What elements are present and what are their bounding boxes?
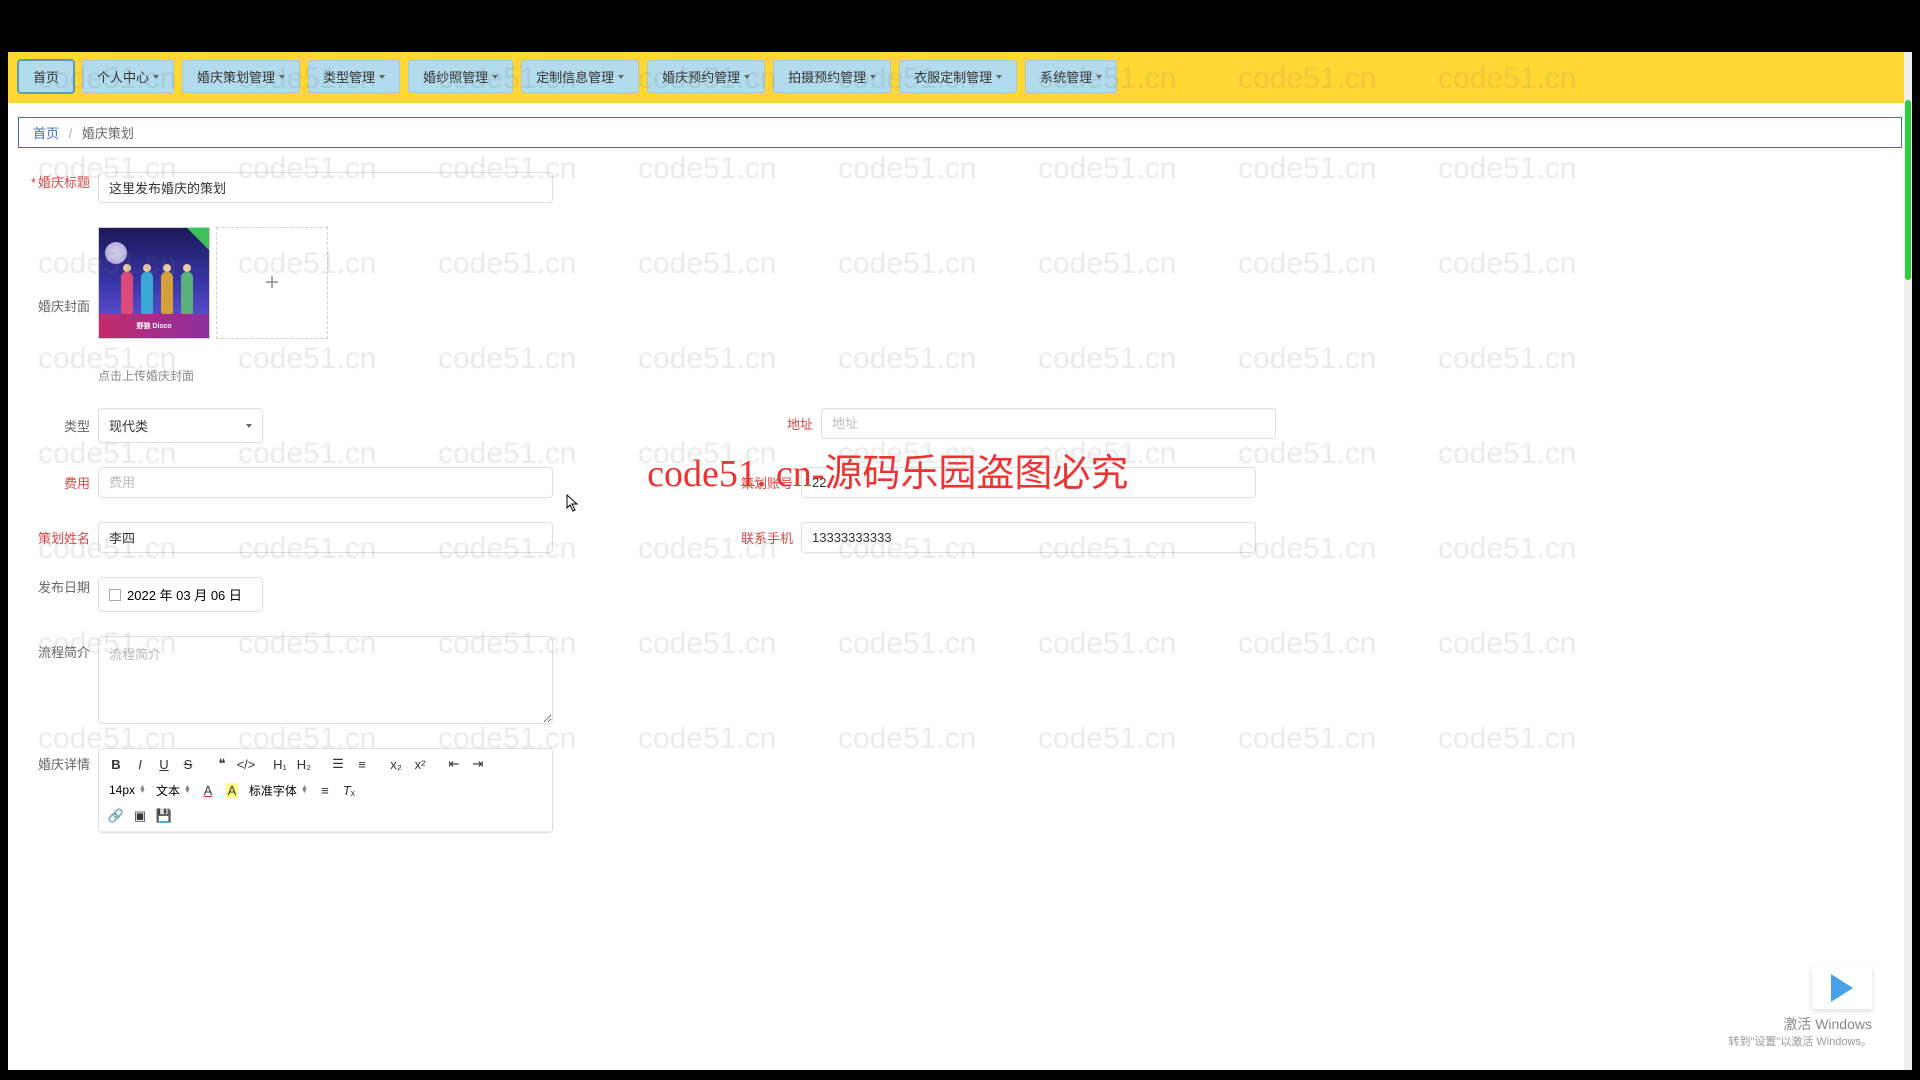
calendar-icon (109, 589, 121, 601)
text-type-select[interactable]: 文本 ▲▼ (152, 779, 195, 801)
chevron-down-icon (153, 75, 159, 79)
nav-item-2[interactable]: 婚庆策划管理 (182, 60, 300, 93)
indent-icon[interactable]: ⇥ (467, 753, 489, 775)
fee-input[interactable] (98, 467, 553, 498)
superscript-icon[interactable]: x² (409, 753, 431, 775)
phone-label: 联系手机 (723, 528, 801, 547)
breadcrumb-home[interactable]: 首页 (33, 126, 59, 141)
link-icon[interactable]: 🔗 (105, 805, 127, 827)
nav-item-7[interactable]: 拍摄预约管理 (773, 60, 891, 93)
strike-icon[interactable]: S (177, 753, 199, 775)
editor-toolbar: B I U S ❝ </> H₁ H₂ ☰ ≡ x₂ x² (99, 749, 552, 832)
plan-name-label: 策划姓名 (18, 528, 98, 547)
address-input[interactable] (821, 408, 1276, 439)
text-color-icon[interactable]: A (197, 779, 219, 801)
process-label: 流程简介 (18, 636, 98, 661)
publish-date-label: 发布日期 (18, 577, 98, 596)
align-icon[interactable]: ≡ (314, 779, 336, 801)
clear-format-icon[interactable]: Tₓ (338, 779, 360, 801)
cover-thumbnail[interactable]: 野狼 Disco (98, 227, 210, 339)
chevron-down-icon (618, 75, 624, 79)
plan-name-input[interactable] (98, 522, 553, 553)
image-icon[interactable]: ▣ (129, 805, 151, 827)
address-label: 地址 (743, 414, 821, 433)
font-family-select[interactable]: 标准字体 ▲▼ (245, 779, 312, 801)
unordered-list-icon[interactable]: ≡ (351, 753, 373, 775)
breadcrumb-sep: / (69, 126, 73, 141)
video-play-button[interactable] (1812, 967, 1872, 1009)
chevron-down-icon (744, 75, 750, 79)
play-icon (1831, 974, 1853, 1002)
phone-input[interactable] (801, 522, 1256, 553)
chevron-down-icon (379, 75, 385, 79)
chevron-down-icon (1096, 75, 1102, 79)
outdent-icon[interactable]: ⇤ (443, 753, 465, 775)
chevron-down-icon (492, 75, 498, 79)
h1-icon[interactable]: H₁ (269, 753, 291, 775)
nav-item-8[interactable]: 衣服定制管理 (899, 60, 1017, 93)
rich-editor[interactable]: B I U S ❝ </> H₁ H₂ ☰ ≡ x₂ x² (98, 748, 553, 833)
bold-icon[interactable]: B (105, 753, 127, 775)
nav-item-4[interactable]: 婚纱照管理 (408, 60, 513, 93)
chevron-down-icon (279, 75, 285, 79)
title-input[interactable] (98, 172, 553, 203)
underline-icon[interactable]: U (153, 753, 175, 775)
nav-item-9[interactable]: 系统管理 (1025, 60, 1117, 93)
vertical-scrollbar[interactable] (1904, 52, 1912, 1070)
quote-icon[interactable]: ❝ (211, 753, 233, 775)
plan-acct-input[interactable] (801, 467, 1256, 498)
type-select[interactable]: 现代类 (98, 408, 263, 443)
chevron-down-icon (996, 75, 1002, 79)
upload-add-button[interactable]: + (216, 227, 328, 339)
publish-date-input[interactable]: 2022 年 03 月 06 日 (98, 577, 263, 612)
breadcrumb: 首页 / 婚庆策划 (18, 117, 1902, 148)
subscript-icon[interactable]: x₂ (385, 753, 407, 775)
font-size-select[interactable]: 14px ▲▼ (105, 779, 150, 801)
chevron-down-icon (870, 75, 876, 79)
nav-item-6[interactable]: 婚庆预约管理 (647, 60, 765, 93)
italic-icon[interactable]: I (129, 753, 151, 775)
detail-label: 婚庆详情 (18, 748, 98, 773)
type-label: 类型 (18, 416, 98, 435)
top-nav: 首页个人中心婚庆策划管理类型管理婚纱照管理定制信息管理婚庆预约管理拍摄预约管理衣… (8, 52, 1912, 103)
nav-item-1[interactable]: 个人中心 (82, 60, 174, 93)
ordered-list-icon[interactable]: ☰ (327, 753, 349, 775)
nav-item-0[interactable]: 首页 (18, 60, 74, 93)
breadcrumb-current: 婚庆策划 (82, 126, 134, 141)
bg-color-icon[interactable]: A (221, 779, 243, 801)
chevron-down-icon (246, 424, 252, 428)
cover-label: 婚庆封面 (18, 296, 98, 315)
cover-hint: 点击上传婚庆封面 (98, 367, 328, 384)
h2-icon[interactable]: H₂ (293, 753, 315, 775)
activate-windows: 激活 Windows 转到"设置"以激活 Windows。 (1729, 1015, 1873, 1050)
nav-item-3[interactable]: 类型管理 (308, 60, 400, 93)
process-textarea[interactable] (98, 636, 553, 724)
plan-acct-label: 策划账号 (723, 473, 801, 492)
fee-label: 费用 (18, 473, 98, 492)
nav-item-5[interactable]: 定制信息管理 (521, 60, 639, 93)
plus-icon: + (265, 269, 279, 297)
code-icon[interactable]: </> (235, 753, 257, 775)
save-icon[interactable]: 💾 (153, 805, 175, 827)
title-label: *婚庆标题 (18, 172, 98, 191)
